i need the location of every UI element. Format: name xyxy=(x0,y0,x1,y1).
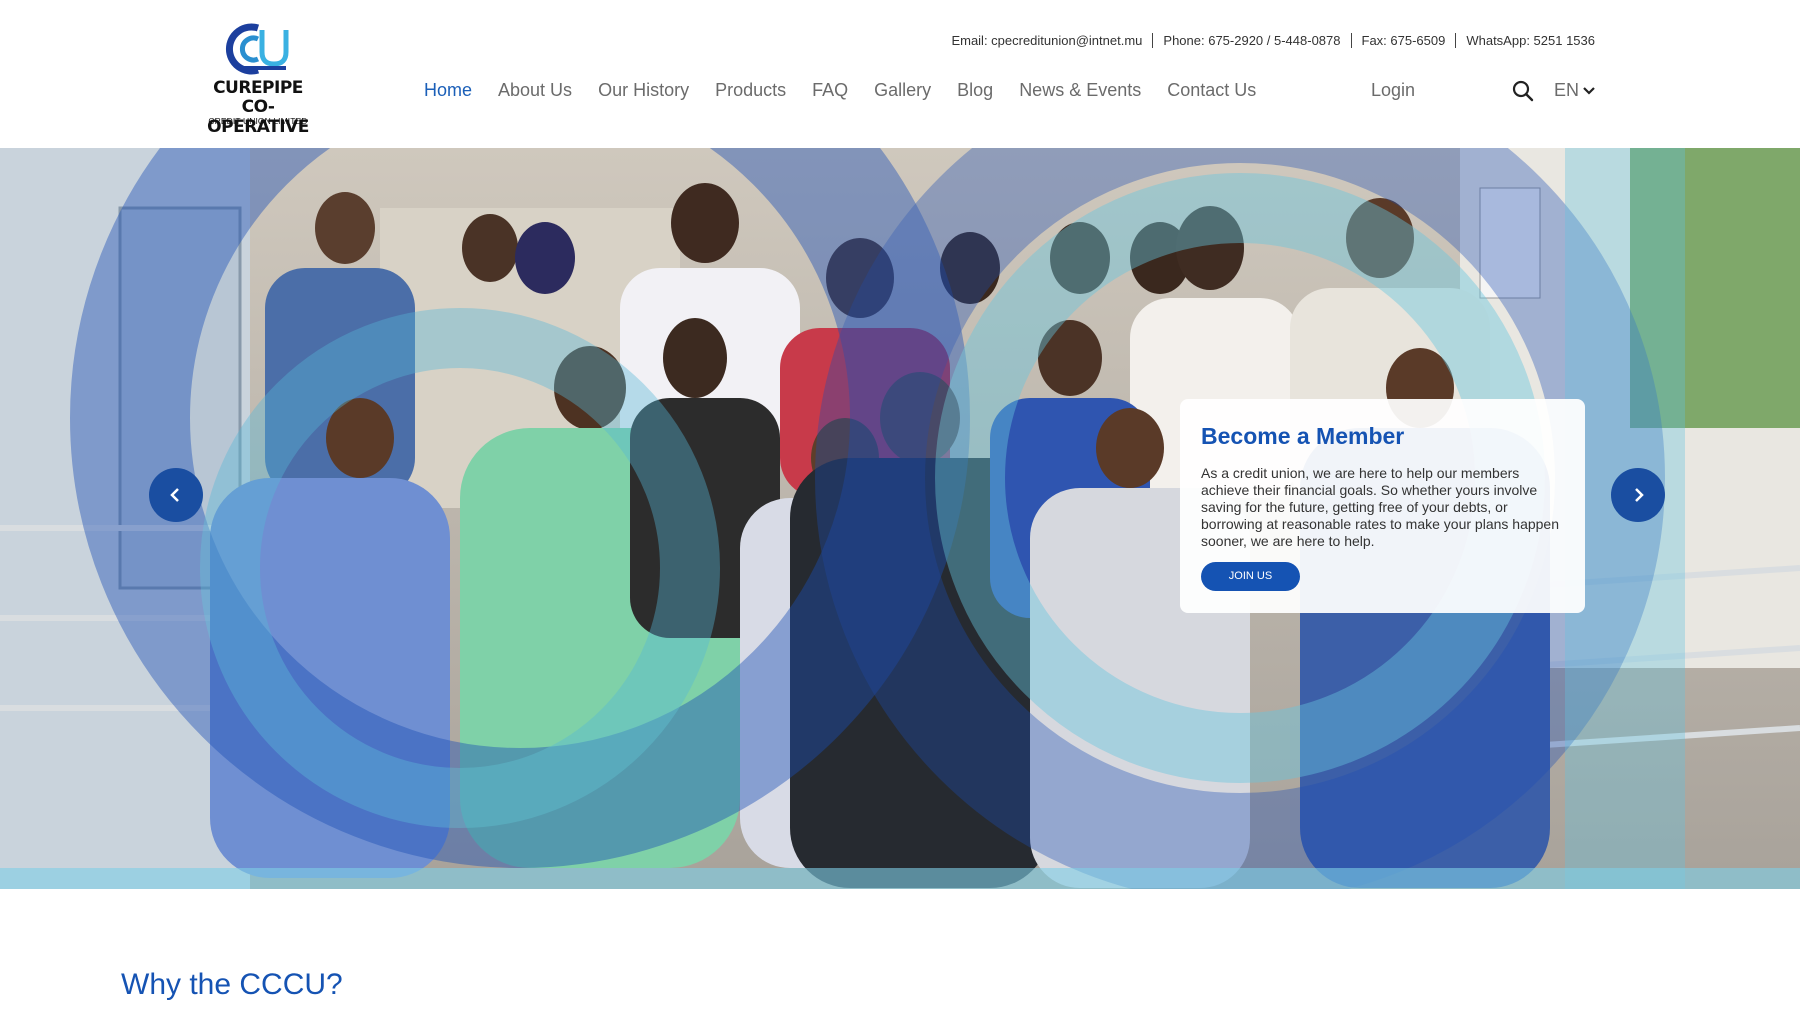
chevron-right-icon xyxy=(1635,488,1644,502)
language-label: EN xyxy=(1554,80,1580,100)
logo-mark-icon xyxy=(225,23,289,75)
site-header: CUREPIPE CO-OPERATIVE CREDIT UNION LIMIT… xyxy=(0,0,1800,148)
contact-phone[interactable]: Phone: 675-2920 / 5-448-0878 xyxy=(1163,33,1340,48)
hero-body: As a credit union, we are here to help o… xyxy=(1201,465,1559,549)
login-link[interactable]: Login xyxy=(1371,80,1415,101)
nav-item-contact-us[interactable]: Contact Us xyxy=(1167,80,1256,104)
logo-line-3: CREDIT UNION LIMITED xyxy=(208,116,308,126)
logo-line-1: CUREPIPE xyxy=(213,78,303,98)
hero-title: Become a Member xyxy=(1201,423,1405,449)
contact-email[interactable]: Email: cpecreditunion@intnet.mu xyxy=(951,33,1142,48)
hero-card: Become a Member As a credit union, we ar… xyxy=(1180,399,1585,613)
contact-whatsapp[interactable]: WhatsApp: 5251 1536 xyxy=(1466,33,1595,48)
separator xyxy=(1455,33,1457,48)
join-us-button[interactable]: JOIN US xyxy=(1201,562,1300,591)
nav-item-blog[interactable]: Blog xyxy=(957,80,993,104)
separator xyxy=(1350,33,1352,48)
hero-slider: Become a Member As a credit union, we ar… xyxy=(0,148,1800,889)
nav-item-products[interactable]: Products xyxy=(715,80,786,104)
contact-bar: Email: cpecreditunion@intnet.mu Phone: 67… xyxy=(951,33,1595,48)
contact-fax: Fax: 675-6509 xyxy=(1361,33,1446,48)
chevron-left-icon xyxy=(170,488,179,502)
separator xyxy=(1152,33,1154,48)
site-logo[interactable]: CUREPIPE CO-OPERATIVE CREDIT UNION LIMIT… xyxy=(200,20,320,137)
chevron-down-icon xyxy=(1583,80,1595,101)
nav-item-gallery[interactable]: Gallery xyxy=(874,80,931,104)
slider-prev-button[interactable] xyxy=(149,468,203,522)
nav-item-our-history[interactable]: Our History xyxy=(598,80,689,104)
nav-item-faq[interactable]: FAQ xyxy=(812,80,848,104)
nav-item-about-us[interactable]: About Us xyxy=(498,80,572,104)
section-heading: Why the CCCU? xyxy=(121,968,343,1001)
search-icon[interactable] xyxy=(1512,80,1534,102)
nav-item-home[interactable]: Home xyxy=(424,80,472,104)
slider-next-button[interactable] xyxy=(1611,468,1665,522)
nav-item-news-events[interactable]: News & Events xyxy=(1019,80,1141,104)
main-nav: Home About Us Our History Products FAQ G… xyxy=(424,80,1282,104)
language-selector[interactable]: EN xyxy=(1554,80,1595,101)
